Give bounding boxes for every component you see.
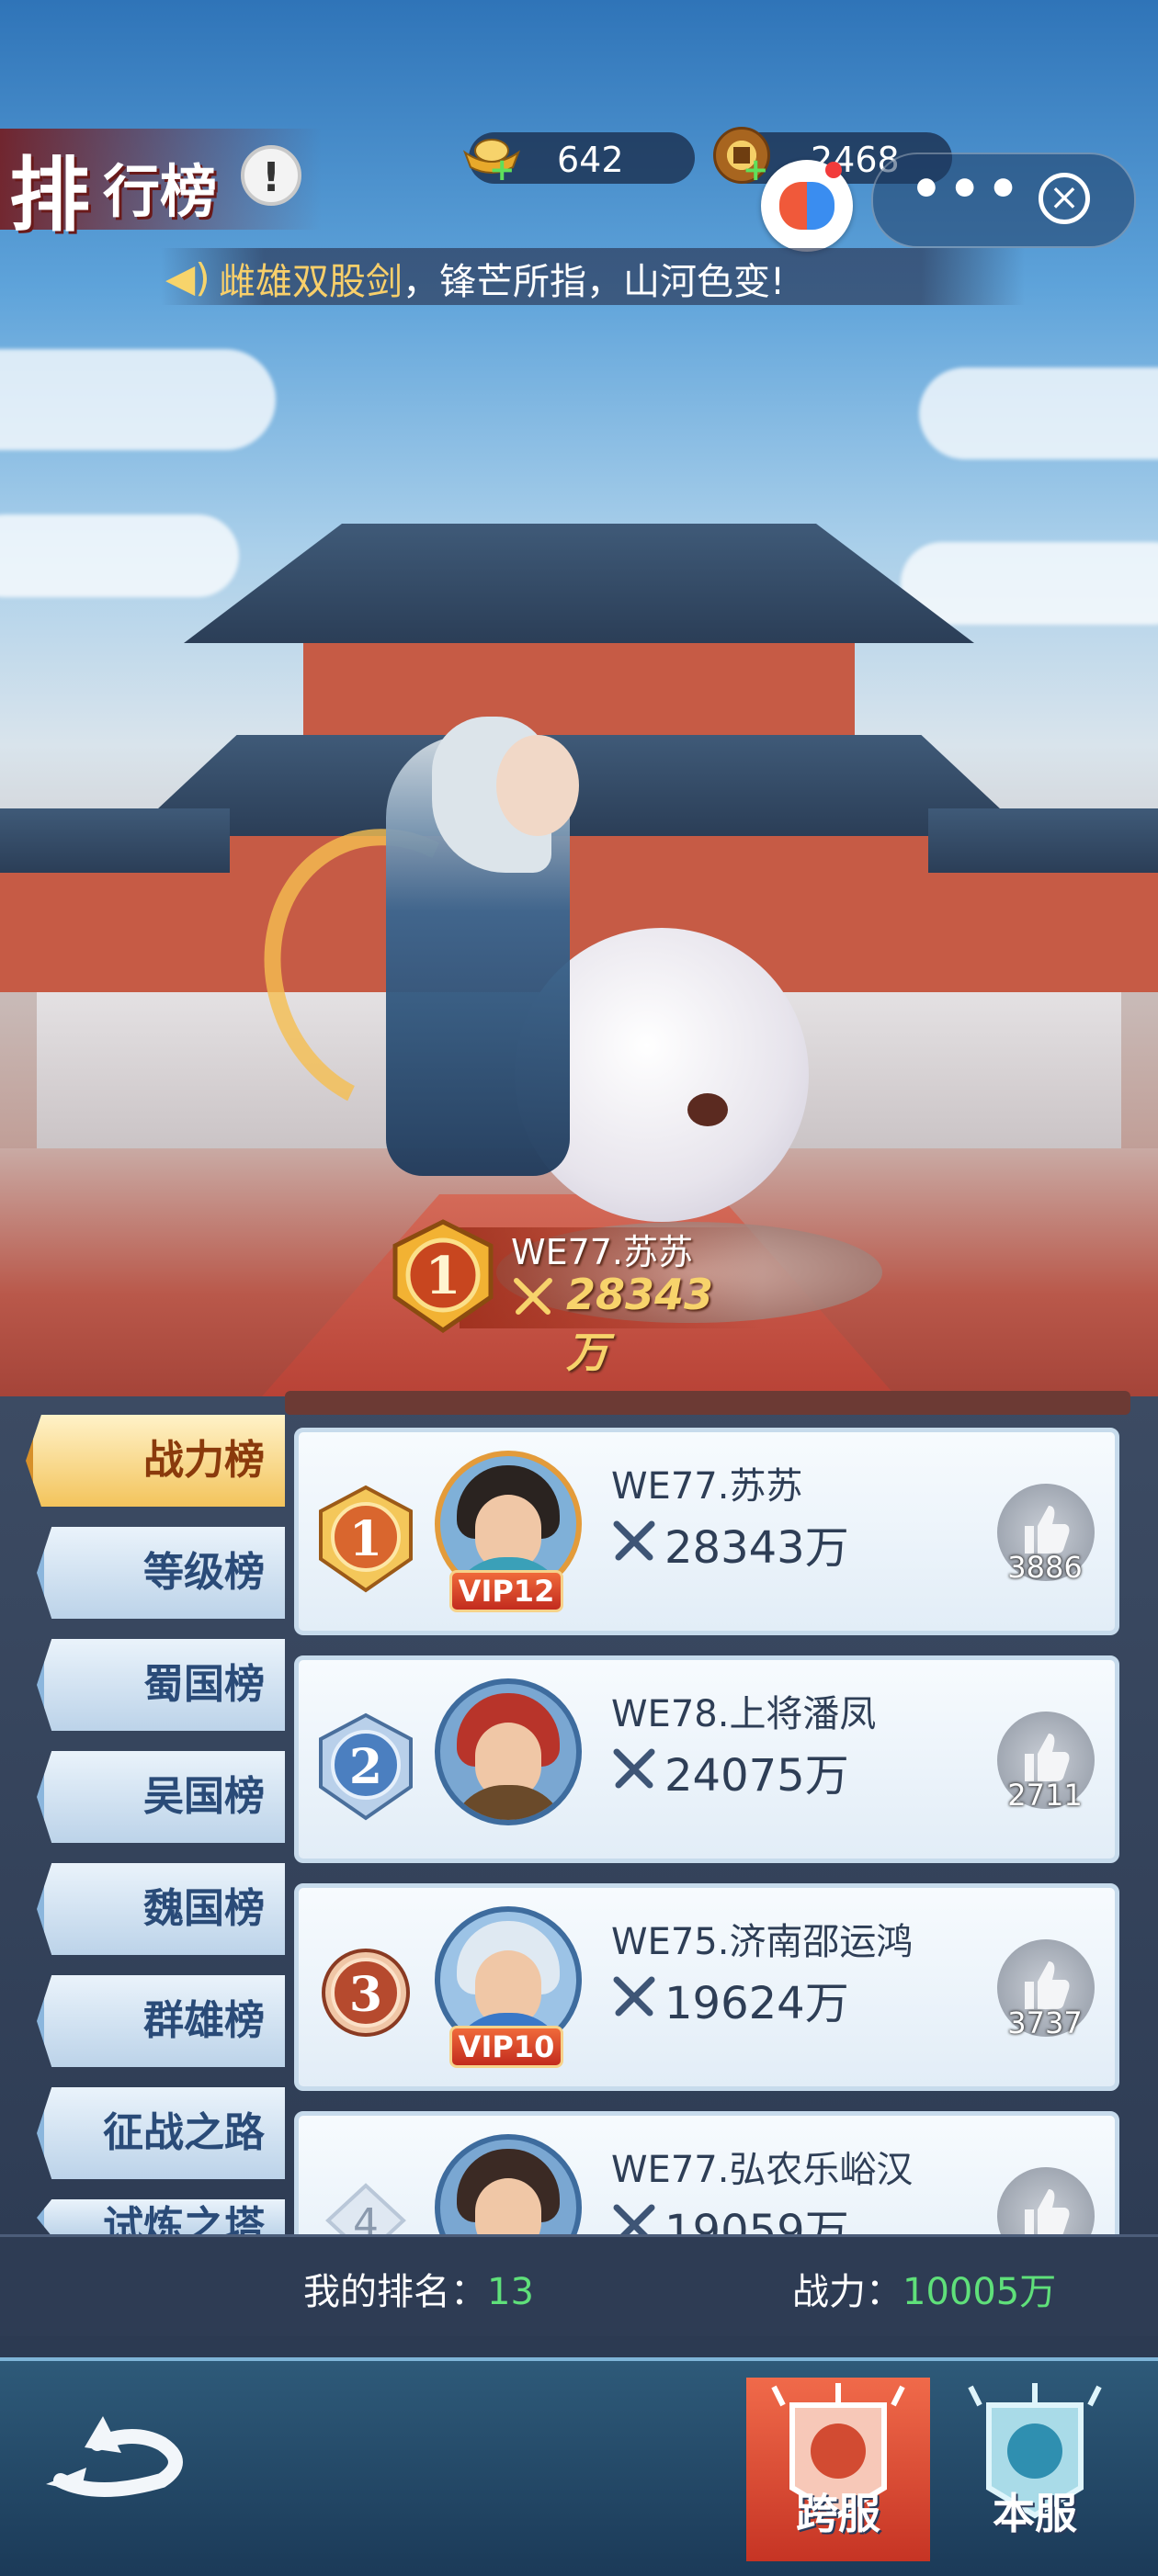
- gamepad-icon: [779, 182, 834, 230]
- thumbs-up-icon: [1025, 1506, 1070, 1554]
- my-rank-label: 我的排名：: [303, 2271, 487, 2313]
- tab-level[interactable]: 等级榜: [37, 1527, 285, 1619]
- ranking-row[interactable]: 2 WE78.上将潘凤 24075万 2711: [294, 1655, 1119, 1863]
- like-count: 3737: [1007, 2005, 1083, 2040]
- thumbs-up-icon: [1025, 1734, 1070, 1781]
- champion-hero-head: [496, 735, 579, 836]
- rank-diamond-icon: 4: [325, 2183, 406, 2234]
- rank-number: 4: [353, 2200, 379, 2234]
- ranking-row[interactable]: 4 WE77.弘农乐峪汉 19059万: [294, 2111, 1119, 2234]
- panel-rim: [285, 1391, 1130, 1415]
- my-rank: 我的排名：13: [303, 2262, 534, 2315]
- announcement-highlight: 雌雄双股剑: [219, 261, 403, 303]
- palace-upper-wall: [303, 643, 855, 744]
- cross-server-button[interactable]: 跨服: [746, 2378, 930, 2561]
- local-server-button[interactable]: 本服: [943, 2378, 1127, 2561]
- close-icon[interactable]: ×: [1039, 173, 1090, 224]
- palace-lower-roof: [129, 735, 1029, 836]
- tab-campaign-road[interactable]: 征战之路: [37, 2087, 285, 2179]
- avatar[interactable]: [435, 1678, 582, 1825]
- palace-upper-roof: [184, 524, 974, 643]
- notification-dot: [825, 162, 842, 178]
- announcement-text: 雌雄双股剑，锋芒所指，山河色变!: [219, 252, 785, 305]
- back-arrow-icon[interactable]: [33, 2389, 189, 2508]
- game-center-button[interactable]: [761, 160, 853, 252]
- thumbs-up-icon: [1025, 1961, 1070, 2009]
- bunny-eye: [687, 1093, 728, 1126]
- crossed-swords-icon: [613, 1976, 655, 2017]
- add-copper-icon[interactable]: +: [743, 154, 769, 186]
- champion-plate[interactable]: 1 WE77.苏苏 28343万: [386, 1219, 763, 1377]
- rank-number: 2: [349, 1739, 382, 1795]
- vip-badge: VIP12: [449, 1570, 563, 1612]
- ranking-row[interactable]: 1 VIP12 WE77.苏苏 28343万 3886: [294, 1428, 1119, 1635]
- ranking-list[interactable]: 1 VIP12 WE77.苏苏 28343万 3886 2 WE78.上将潘凤 …: [289, 1415, 1125, 2234]
- player-power: 19624万: [664, 1978, 849, 2029]
- rank-number: 1: [349, 1511, 382, 1567]
- vip-badge: VIP10: [449, 2026, 563, 2068]
- like-button[interactable]: [997, 2167, 1095, 2234]
- cross-server-label: 跨服: [796, 2489, 880, 2538]
- player-power: 24075万: [664, 1750, 849, 1802]
- speaker-icon: ◀): [165, 255, 210, 300]
- tab-wu[interactable]: 吴国榜: [37, 1751, 285, 1843]
- rank-medal-icon: 1: [319, 1485, 413, 1593]
- page-title-big: 排: [9, 147, 91, 243]
- cloud: [901, 542, 1158, 625]
- thumbs-up-icon: [1025, 2189, 1070, 2234]
- rank-medal-icon: 3: [322, 1949, 410, 2037]
- tab-shu[interactable]: 蜀国榜: [37, 1639, 285, 1731]
- champion-rank: 1: [426, 1246, 461, 1306]
- my-power-value: 10005万: [903, 2271, 1057, 2313]
- crossed-swords-icon: [613, 2204, 655, 2234]
- crossed-swords-icon: [613, 1520, 655, 1561]
- side-hall-roof: [928, 808, 1158, 873]
- player-name: WE78.上将潘凤: [611, 1693, 877, 1735]
- cloud: [919, 367, 1158, 459]
- champion-name: WE77.苏苏: [511, 1232, 694, 1272]
- player-power: 19059万: [664, 2206, 849, 2234]
- announcement-rest: ，锋芒所指，山河色变!: [403, 261, 786, 303]
- player-power: 28343万: [664, 1522, 849, 1574]
- page-title-small: 行榜: [103, 158, 218, 225]
- gold-currency[interactable]: + 642: [462, 132, 695, 186]
- avatar-torso: [449, 1785, 567, 1820]
- tab-qunxiong[interactable]: 群雄榜: [37, 1975, 285, 2067]
- crossed-swords-icon: [613, 1748, 655, 1789]
- rank-number: 3: [349, 1967, 382, 2023]
- my-rank-value: 13: [487, 2271, 534, 2313]
- avatar[interactable]: [435, 2134, 582, 2234]
- tab-power[interactable]: 战力榜: [26, 1415, 285, 1507]
- ranking-row[interactable]: 3 VIP10 WE75.济南邵运鸿 19624万 3737: [294, 1883, 1119, 2091]
- my-power-label: 战力：: [792, 2271, 903, 2313]
- tab-wei[interactable]: 魏国榜: [37, 1863, 285, 1955]
- like-count: 2711: [1007, 1778, 1083, 1813]
- more-options-icon[interactable]: •••: [910, 160, 1025, 220]
- gold-amount: 642: [557, 140, 624, 180]
- champion-power: 28343万: [566, 1270, 714, 1377]
- cloud: [0, 349, 276, 450]
- local-server-label: 本服: [993, 2489, 1077, 2538]
- add-gold-icon[interactable]: +: [489, 154, 516, 186]
- side-hall-wall: [956, 873, 1158, 992]
- crossed-swords-icon: [514, 1278, 552, 1315]
- tab-trial-tower[interactable]: 试炼之塔: [37, 2199, 285, 2236]
- like-count: 3886: [1007, 1550, 1083, 1585]
- player-name: WE77.苏苏: [611, 1465, 803, 1508]
- rank-1-medal-icon: 1: [392, 1219, 494, 1334]
- side-hall-roof: [0, 808, 230, 873]
- player-name: WE77.弘农乐峪汉: [611, 2149, 914, 2191]
- info-icon[interactable]: !: [241, 145, 301, 206]
- cloud: [0, 514, 239, 597]
- my-power: 战力：10005万: [792, 2262, 1056, 2315]
- player-name: WE75.济南邵运鸿: [611, 1921, 914, 1963]
- rank-medal-icon: 2: [319, 1712, 413, 1821]
- side-hall-wall: [0, 873, 202, 992]
